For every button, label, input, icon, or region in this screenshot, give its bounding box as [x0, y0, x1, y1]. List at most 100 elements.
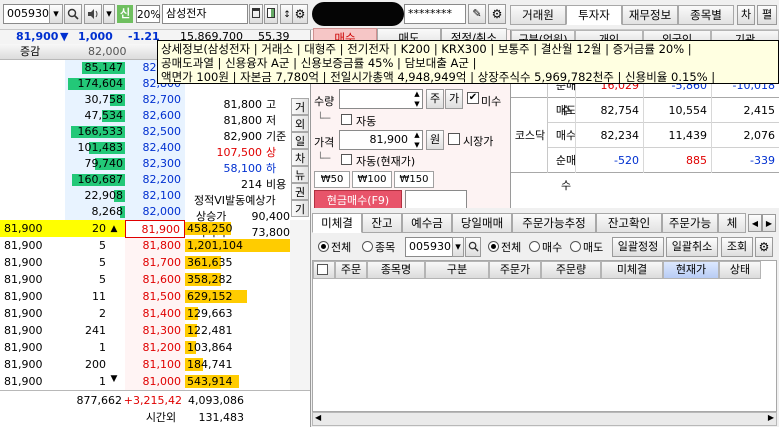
- bid-qty: 458,250: [187, 222, 233, 235]
- edit-button[interactable]: ✎: [468, 4, 486, 24]
- auto-current-checkbox[interactable]: [341, 154, 352, 165]
- tab-broker[interactable]: 거래원: [510, 5, 566, 25]
- bid-price[interactable]: 81,400: [125, 305, 185, 323]
- radio-sell-label: 매도: [583, 241, 604, 254]
- trades-list: 81,900 20 81,900 5 81,900 5 81,900 5 81,900 11 81,…: [0, 220, 125, 390]
- tab-investor[interactable]: 투자자: [566, 5, 622, 25]
- bid-qty: 122,481: [187, 324, 233, 337]
- window-icon-button[interactable]: [249, 4, 263, 24]
- bulk-modify-button[interactable]: 일괄정정: [612, 237, 664, 257]
- side-tab[interactable]: 외: [291, 115, 309, 132]
- bottom-tab[interactable]: 주문가능추정: [512, 213, 596, 233]
- bottom-tab[interactable]: 당일매매: [452, 213, 512, 233]
- bid-qty: 1,201,104: [187, 239, 243, 252]
- grid-header-cell[interactable]: 주문가: [489, 261, 541, 279]
- arrows-icon: ↕: [283, 10, 291, 20]
- settings-button[interactable]: ⚙: [292, 4, 308, 24]
- bottom-tab[interactable]: 주문가능: [662, 213, 718, 233]
- password-field[interactable]: ********: [404, 4, 466, 24]
- side-tab[interactable]: 기: [291, 200, 309, 217]
- grid-header-cell[interactable]: 주문: [335, 261, 367, 279]
- tab-scroll-left[interactable]: ◀: [748, 214, 762, 232]
- chart-button[interactable]: 차: [737, 5, 755, 25]
- side-tab[interactable]: 뉴: [291, 166, 309, 183]
- bulk-cancel-button[interactable]: 일괄취소: [666, 237, 718, 257]
- filter-stock-code[interactable]: 005930: [405, 237, 453, 257]
- bottom-tab[interactable]: 잔고: [362, 213, 402, 233]
- bid-price[interactable]: 81,200: [125, 339, 185, 357]
- bid-price[interactable]: 81,100: [125, 356, 185, 374]
- trade-price: 81,900: [4, 358, 43, 371]
- direction-arrow: ▼: [60, 30, 69, 43]
- speaker-button[interactable]: [84, 4, 102, 24]
- side-tab[interactable]: 차: [291, 149, 309, 166]
- won-button[interactable]: 원: [426, 130, 444, 150]
- trade-price: 81,900: [4, 307, 43, 320]
- bid-price[interactable]: 81,900: [125, 220, 185, 238]
- order-extra-input[interactable]: [405, 190, 467, 209]
- trades-scroll-up[interactable]: ▲: [108, 224, 120, 236]
- side-tab[interactable]: 일: [291, 132, 309, 149]
- step-100-button[interactable]: ₩100: [352, 171, 392, 188]
- stock-code-input[interactable]: 005930: [3, 4, 50, 24]
- search-button[interactable]: [64, 4, 82, 24]
- bid-price[interactable]: 81,600: [125, 271, 185, 289]
- grid-header-cell[interactable]: 미체결: [601, 261, 663, 279]
- radio-stock[interactable]: [362, 241, 373, 252]
- side-tab[interactable]: 권: [291, 183, 309, 200]
- investor-value: 10,554: [668, 104, 708, 117]
- market-price-checkbox[interactable]: [448, 133, 460, 145]
- filter-search-button[interactable]: [465, 237, 481, 257]
- grid-header-cell[interactable]: 구분: [425, 261, 489, 279]
- stock-code-dropdown[interactable]: ▾: [49, 4, 63, 24]
- bid-qty: 543,914: [187, 375, 233, 388]
- price-change-pct: -1.21: [128, 30, 160, 43]
- radio-buy[interactable]: [529, 241, 540, 252]
- layout-icon-button[interactable]: [264, 4, 278, 24]
- radio-all[interactable]: [318, 241, 329, 252]
- grid-header-cell[interactable]: 주문량: [541, 261, 601, 279]
- step-50-button[interactable]: ₩50: [314, 171, 350, 188]
- investor-value: 82,234: [600, 129, 640, 142]
- cash-buy-button[interactable]: 현금매수(F9): [314, 190, 402, 209]
- bottom-settings-button[interactable]: ⚙: [755, 237, 773, 257]
- tab-scroll-right[interactable]: ▶: [762, 214, 776, 232]
- query-button[interactable]: 조회: [721, 237, 753, 257]
- stock-name-field: 삼성전자: [162, 4, 248, 24]
- bid-price[interactable]: 81,500: [125, 288, 185, 306]
- ask-price[interactable]: 82,000: [125, 203, 182, 221]
- grid-header-cell[interactable]: 종목명: [367, 261, 425, 279]
- step-150-button[interactable]: ₩150: [394, 171, 434, 188]
- investor-value: 11,439: [668, 129, 708, 142]
- filter-stock-dropdown[interactable]: ▾: [452, 237, 464, 257]
- order-settings-button[interactable]: ⚙: [488, 4, 506, 24]
- qty-stepper[interactable]: ▲ ▼: [411, 89, 423, 109]
- side-tab[interactable]: 거: [291, 98, 309, 115]
- bottom-tab[interactable]: 체: [718, 213, 746, 233]
- bottom-tab[interactable]: 미체결: [312, 213, 362, 233]
- grid-header-cell[interactable]: 현재가: [663, 261, 719, 279]
- radio-sell[interactable]: [570, 241, 581, 252]
- auto-checkbox[interactable]: [341, 114, 352, 125]
- bottom-tab[interactable]: 예수금: [402, 213, 452, 233]
- trades-scroll-down[interactable]: ▼: [108, 374, 120, 386]
- bid-qty-column: 458,250 1,201,104 361,635 358,282 629,152 129…: [185, 220, 305, 390]
- select-all-checkbox[interactable]: [317, 264, 328, 275]
- expand-button[interactable]: 펼: [757, 5, 777, 25]
- bid-price[interactable]: 81,700: [125, 254, 185, 272]
- bid-price[interactable]: 81,300: [125, 322, 185, 340]
- add-button[interactable]: 가: [445, 89, 463, 109]
- grid-header-cell[interactable]: 상태: [719, 261, 761, 279]
- radio-all-side[interactable]: [488, 241, 499, 252]
- tab-by-stock[interactable]: 종목별: [678, 5, 734, 25]
- unit-button[interactable]: 주: [426, 89, 444, 109]
- unfilled-checkbox[interactable]: ✔: [467, 92, 479, 104]
- investor-market: 코스닥: [514, 128, 546, 142]
- horizontal-scrollbar[interactable]: ◀ ▶: [312, 412, 777, 426]
- bid-price[interactable]: 81,800: [125, 237, 185, 255]
- bottom-tab[interactable]: 잔고확인: [596, 213, 662, 233]
- tab-financial[interactable]: 재무정보: [622, 5, 678, 25]
- price-stepper[interactable]: ▲ ▼: [411, 130, 423, 150]
- bid-price[interactable]: 81,000: [125, 373, 185, 391]
- speaker-dropdown[interactable]: ▾: [103, 4, 115, 24]
